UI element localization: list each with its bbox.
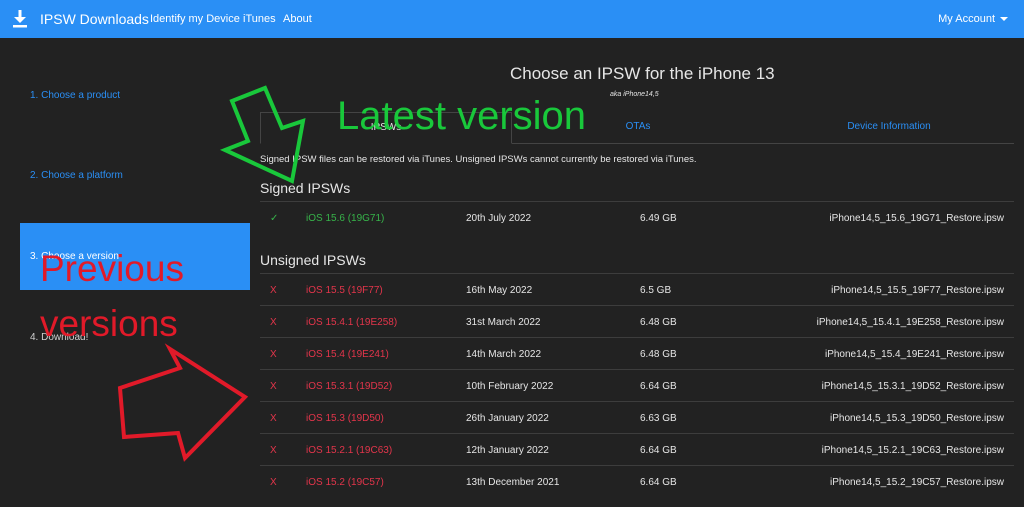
annotation-latest-version: Latest version [337, 94, 587, 138]
red-right-arrow-icon [117, 343, 249, 462]
annotation-previous: Previous [40, 248, 184, 289]
green-down-arrow-icon [219, 85, 306, 184]
annotation-versions: versions [40, 303, 178, 344]
